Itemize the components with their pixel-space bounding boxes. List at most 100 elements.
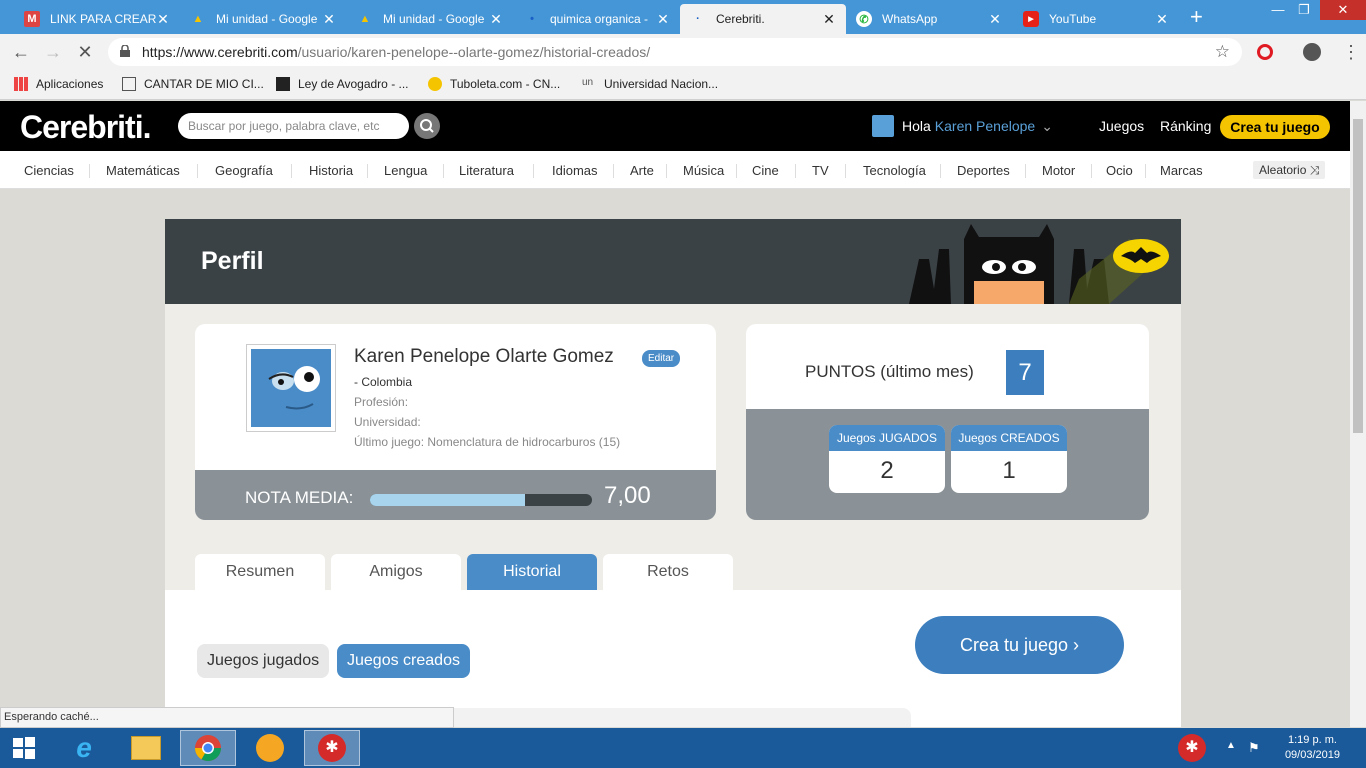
bookmark-item[interactable]: un Universidad Nacion... (582, 77, 718, 91)
browser-tab[interactable]: ✆ WhatsApp ✕ (846, 4, 1012, 34)
category-link[interactable]: Deportes (957, 163, 1010, 178)
bookmark-apps[interactable]: Aplicaciones (14, 77, 103, 91)
category-link[interactable]: Motor (1042, 163, 1075, 178)
network-flag-icon[interactable]: ⚑ (1248, 740, 1260, 756)
whatsapp-icon: ✆ (856, 11, 872, 27)
windows-taskbar: e ✱ ✱ ▲ ⚑ 1:19 p. m. 09/03/2019 (0, 728, 1366, 768)
close-tab-icon[interactable]: ✕ (156, 11, 170, 28)
browser-toolbar: ← → ✕ https://www.cerebriti.com/usuario/… (0, 34, 1366, 70)
close-tab-icon[interactable]: ✕ (489, 11, 503, 28)
juegos-jugados-stat: Juegos JUGADOS 2 (829, 425, 945, 493)
tray-up-arrow-icon[interactable]: ▲ (1226, 740, 1236, 751)
file-explorer-icon[interactable] (118, 730, 174, 766)
forward-arrow-icon[interactable]: → (42, 41, 64, 63)
stats-card: PUNTOS (último mes) 7 Juegos JUGADOS 2 J… (746, 324, 1149, 520)
category-link[interactable]: Lengua (384, 163, 427, 178)
category-link[interactable]: Ciencias (24, 163, 74, 178)
profile-last-game[interactable]: Último juego: Nomenclatura de hidrocarbu… (354, 435, 620, 449)
puntos-badge: 7 (1006, 350, 1044, 395)
close-tab-icon[interactable]: ✕ (822, 11, 836, 28)
profile-main: Karen Penelope Olarte Gomez Editar - Col… (165, 304, 1181, 727)
category-link[interactable]: Matemáticas (106, 163, 180, 178)
scratch-cat-icon[interactable] (242, 730, 298, 766)
nav-ranking[interactable]: Ránking (1160, 118, 1211, 134)
category-bar: Ciencias Matemáticas Geografía Historia … (0, 151, 1350, 189)
stop-loading-icon[interactable]: ✕ (74, 41, 96, 63)
category-link[interactable]: Idiomas (552, 163, 598, 178)
internet-explorer-icon[interactable]: e (56, 730, 112, 766)
app-red-icon[interactable]: ✱ (304, 730, 360, 766)
back-arrow-icon[interactable]: ← (10, 41, 32, 63)
category-link[interactable]: Literatura (459, 163, 514, 178)
bookmark-item[interactable]: Ley de Avogadro - ... (276, 77, 409, 91)
search-icon[interactable] (414, 113, 440, 139)
chrome-icon[interactable] (180, 730, 236, 766)
tab-resumen[interactable]: Resumen (195, 554, 325, 590)
search-input[interactable]: Buscar por juego, palabra clave, etc (178, 113, 409, 139)
opera-icon[interactable] (1257, 44, 1273, 60)
browser-tab[interactable]: ▶ YouTube ✕ (1013, 4, 1179, 34)
category-link[interactable]: Marcas (1160, 163, 1203, 178)
address-bar[interactable]: https://www.cerebriti.com/usuario/karen-… (108, 38, 1242, 66)
tray-app-icon[interactable]: ✱ (1164, 730, 1220, 766)
windows-start-icon[interactable] (0, 730, 48, 766)
category-link[interactable]: Geografía (215, 163, 273, 178)
drive-icon: ▲ (359, 13, 371, 25)
status-bar: Esperando caché... (0, 707, 454, 728)
nav-juegos[interactable]: Juegos (1099, 118, 1144, 134)
close-tab-icon[interactable]: ✕ (322, 11, 336, 28)
drive-icon: ▲ (192, 13, 204, 25)
nota-media-progress-fill (370, 494, 526, 506)
user-avatar (872, 115, 894, 137)
subtab-juegos-creados[interactable]: Juegos creados (337, 644, 470, 678)
browser-tab[interactable]: ▲ Mi unidad - Google ✕ (180, 4, 346, 34)
category-link[interactable]: Cine (752, 163, 779, 178)
close-tab-icon[interactable]: ✕ (1155, 11, 1169, 28)
bookmarks-bar: Aplicaciones CANTAR DE MIO CI... Ley de … (0, 70, 1366, 100)
scrollbar-thumb[interactable] (1353, 119, 1363, 433)
unal-icon: un (582, 77, 594, 88)
subtab-juegos-jugados[interactable]: Juegos jugados (197, 644, 330, 678)
menu-icon[interactable]: ⋮ (1342, 42, 1360, 63)
page-scrollbar[interactable] (1350, 101, 1366, 727)
category-link[interactable]: Ocio (1106, 163, 1133, 178)
tab-retos[interactable]: Retos (603, 554, 733, 590)
edit-profile-button[interactable]: Editar (642, 350, 681, 367)
profile-banner: Perfil (165, 219, 1181, 304)
star-icon[interactable]: ☆ (1215, 42, 1230, 62)
category-link[interactable]: Historia (309, 163, 353, 178)
bookmark-item[interactable]: Tuboleta.com - CN... (428, 77, 560, 91)
tab-amigos[interactable]: Amigos (331, 554, 461, 590)
crea-tu-juego-big-button[interactable]: Crea tu juego › (915, 616, 1124, 674)
close-tab-icon[interactable]: ✕ (988, 11, 1002, 28)
nota-media-label: NOTA MEDIA: (245, 488, 354, 507)
site-header: Cerebriti. Buscar por juego, palabra cla… (0, 101, 1350, 151)
user-menu[interactable]: Hola Karen Penelope ⌄ (872, 115, 1053, 137)
cerebriti-logo[interactable]: Cerebriti. (20, 109, 151, 146)
tab-historial[interactable]: Historial (467, 554, 597, 590)
category-link[interactable]: Arte (630, 163, 654, 178)
puntos-label: PUNTOS (último mes) (805, 362, 974, 381)
profile-avatar[interactable] (1303, 43, 1321, 61)
crea-tu-juego-button[interactable]: Crea tu juego (1220, 115, 1330, 139)
youtube-icon: ▶ (1023, 11, 1039, 27)
browser-tab[interactable]: ▲ Mi unidad - Google ✕ (347, 4, 513, 34)
bookmark-item[interactable]: CANTAR DE MIO CI... (122, 77, 264, 91)
category-link[interactable]: Tecnología (863, 163, 926, 178)
browser-tab[interactable]: • quimica organica - ✕ (514, 4, 680, 34)
docs-icon: • (530, 13, 534, 25)
browser-tab[interactable]: M LINK PARA CREAR ✕ (14, 4, 180, 34)
close-tab-icon[interactable]: ✕ (656, 11, 670, 28)
category-link[interactable]: Música (683, 163, 724, 178)
close-window-button[interactable]: ✕ (1320, 0, 1366, 20)
aleatorio-button[interactable]: Aleatorio ⤨ (1253, 161, 1326, 179)
restore-button[interactable]: ❐ (1286, 0, 1322, 20)
bookmark-favicon (276, 77, 290, 91)
gmail-icon: M (24, 11, 40, 27)
lock-icon (120, 45, 130, 57)
browser-tab-active[interactable]: · Cerebriti. ✕ (680, 4, 846, 34)
profile-avatar (246, 344, 336, 432)
system-clock[interactable]: 1:19 p. m. 09/03/2019 (1285, 733, 1340, 763)
category-link[interactable]: TV (812, 163, 829, 178)
new-tab-button[interactable]: + (1190, 6, 1203, 28)
